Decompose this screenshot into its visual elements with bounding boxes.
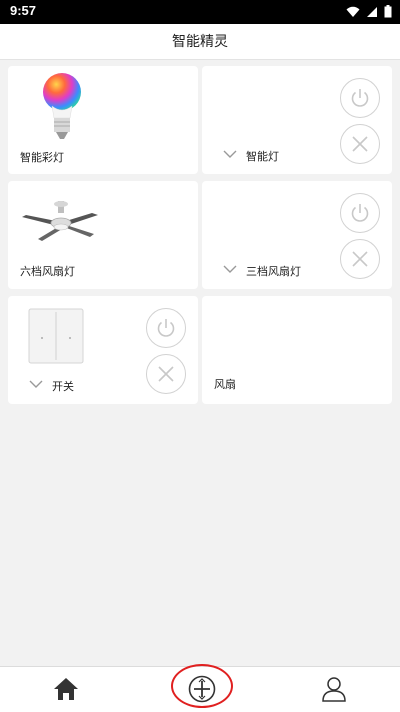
power-icon — [351, 89, 369, 107]
device-card-fan[interactable]: 风扇 — [202, 296, 392, 404]
device-name: 智能彩灯 — [20, 151, 64, 164]
chevron-down-icon[interactable] — [28, 379, 44, 389]
nav-profile[interactable] — [314, 671, 354, 707]
status-time: 9:57 — [10, 3, 37, 18]
power-icon — [157, 319, 175, 337]
chevron-down-icon[interactable] — [222, 149, 238, 159]
remove-button[interactable] — [146, 354, 186, 394]
device-name: 三档风扇灯 — [246, 265, 301, 278]
power-button[interactable] — [340, 193, 380, 233]
nav-home[interactable] — [46, 671, 86, 707]
power-button[interactable] — [340, 78, 380, 118]
close-icon — [352, 251, 368, 267]
page-title: 智能精灵 — [172, 34, 228, 50]
profile-icon — [322, 677, 346, 702]
chevron-down-icon[interactable] — [222, 264, 238, 274]
cell-signal-icon — [367, 6, 377, 17]
bottom-nav — [0, 664, 400, 712]
device-card-six-speed-fan-light[interactable]: 六档风扇灯 — [8, 181, 198, 289]
color-bulb-image — [43, 73, 81, 139]
device-name: 风扇 — [214, 378, 236, 391]
home-icon — [54, 678, 78, 700]
close-icon — [352, 136, 368, 152]
status-bar: 9:57 — [0, 0, 400, 24]
wifi-icon — [346, 6, 360, 17]
remove-button[interactable] — [340, 124, 380, 164]
wall-switch-image — [28, 308, 84, 364]
add-icon — [188, 675, 216, 703]
device-card-three-speed-fan-light[interactable]: 三档风扇灯 — [202, 181, 392, 289]
device-name: 智能灯 — [246, 150, 279, 163]
device-card-switch[interactable]: 开关 — [8, 296, 198, 404]
device-card-smart-light[interactable]: 智能灯 — [202, 66, 392, 174]
device-name: 开关 — [52, 380, 74, 393]
app-header: 智能精灵 — [0, 24, 400, 60]
close-icon — [158, 366, 174, 382]
device-name: 六档风扇灯 — [20, 265, 75, 278]
battery-icon — [384, 5, 392, 18]
status-icons — [346, 5, 392, 18]
nav-add[interactable] — [182, 671, 222, 707]
ceiling-fan-image — [22, 201, 98, 241]
device-card-smart-color-light[interactable]: 智能彩灯 — [8, 66, 198, 174]
power-button[interactable] — [146, 308, 186, 348]
remove-button[interactable] — [340, 239, 380, 279]
power-icon — [351, 204, 369, 222]
